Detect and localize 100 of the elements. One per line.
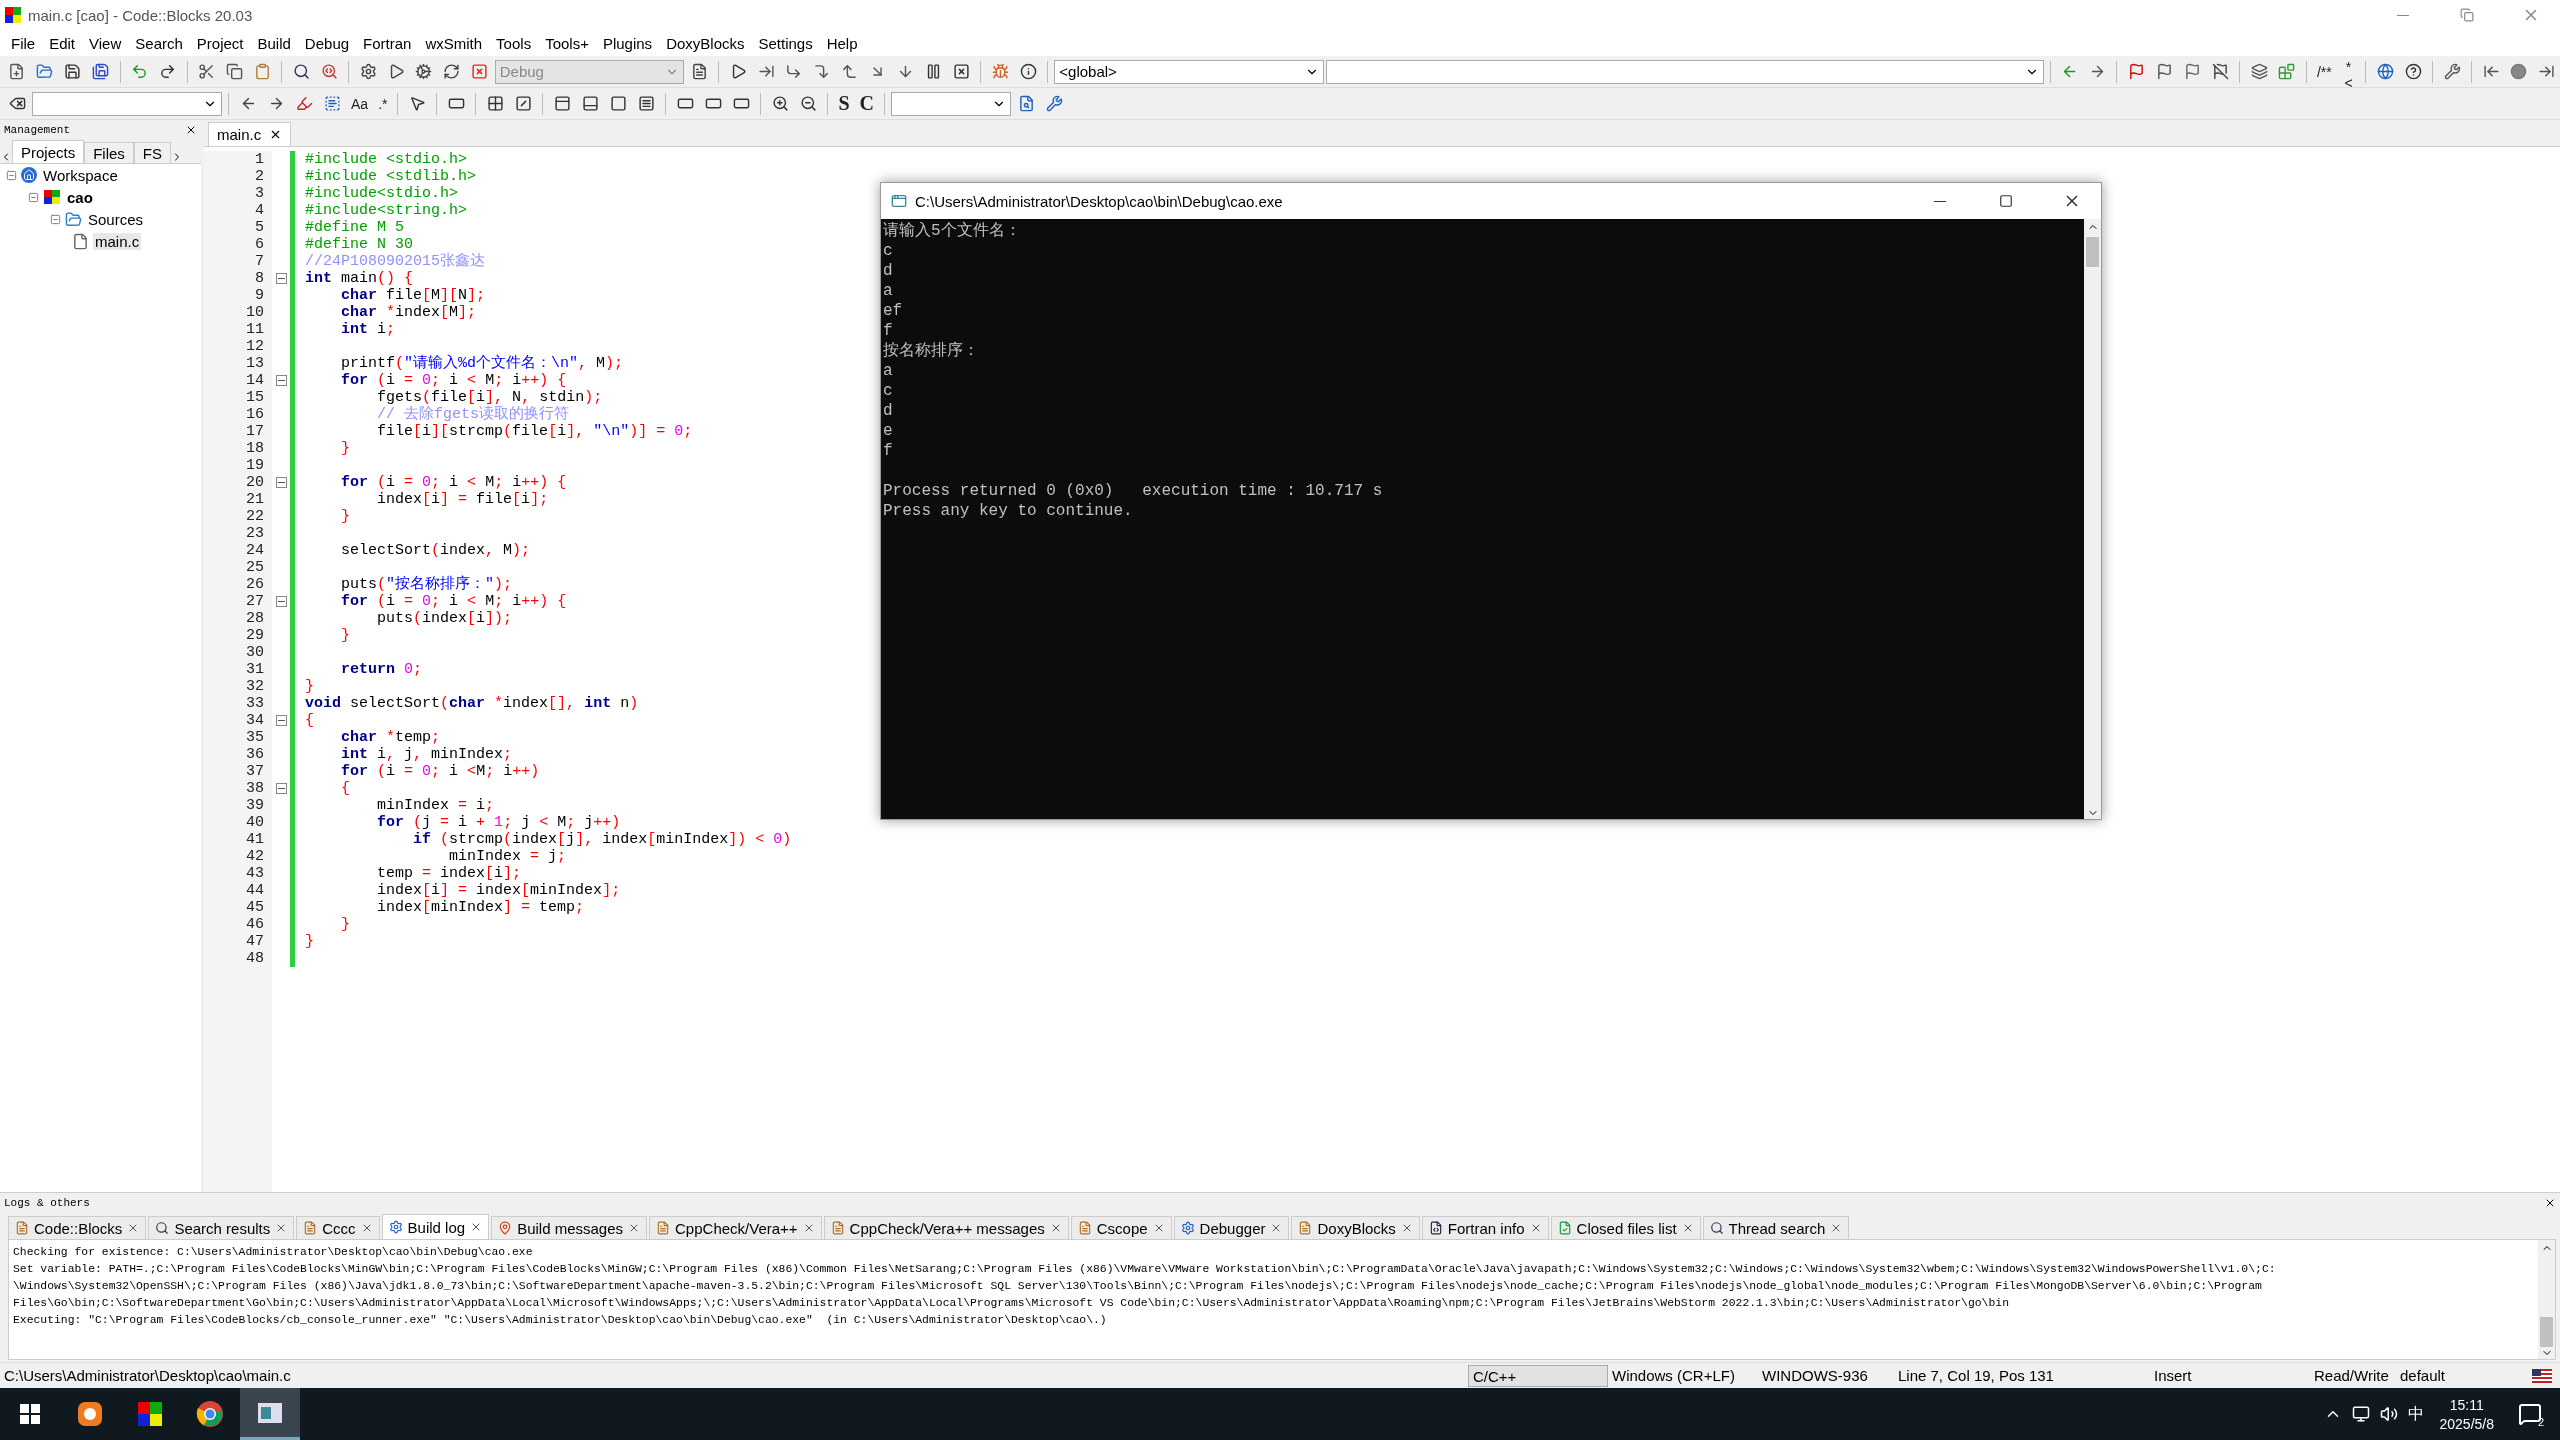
menu-item[interactable]: Debug bbox=[297, 31, 357, 55]
code-line: #define N 30 bbox=[305, 236, 414, 253]
tree-item[interactable]: Sources bbox=[86, 210, 146, 228]
code-line: #include<stdio.h> bbox=[305, 185, 459, 202]
code-line: fgets(file[i], N, stdin); bbox=[376, 389, 603, 406]
log-tab[interactable]: Cccc bbox=[296, 1216, 380, 1239]
access-status: Read/Write bbox=[2313, 1365, 2390, 1386]
line-number: 2 bbox=[255, 168, 264, 185]
insert-mode: Insert bbox=[2153, 1365, 2193, 1386]
scope-select[interactable]: <global> bbox=[1054, 59, 1324, 84]
console-line: d bbox=[883, 261, 893, 281]
code-line: // 去除fgets读取的换行符 bbox=[376, 406, 570, 423]
line-number: 18 bbox=[246, 440, 264, 457]
code-line: puts("按名称排序："); bbox=[340, 576, 513, 593]
menu-item[interactable]: Tools+ bbox=[538, 31, 596, 55]
window-title: C:\Users\Administrator\Desktop\cao\bin\Debug\cao.exe bbox=[915, 192, 1284, 210]
line-number: 35 bbox=[246, 729, 264, 746]
line-number: 10 bbox=[246, 304, 264, 321]
code-line: #include <stdio.h> bbox=[305, 151, 468, 168]
menu-item[interactable]: Build bbox=[250, 31, 298, 55]
code-line: } bbox=[305, 678, 314, 695]
menu-item[interactable]: View bbox=[82, 31, 129, 55]
console-line: 请输入5个文件名： bbox=[883, 221, 1021, 241]
panel-tab[interactable]: Files bbox=[84, 142, 134, 163]
regex-button[interactable]: .* bbox=[374, 90, 392, 117]
clock[interactable]: 15:11 2025/5/8 bbox=[2433, 1396, 2500, 1432]
line-number: 20 bbox=[246, 474, 264, 491]
log-tab[interactable]: Code::Blocks bbox=[8, 1216, 147, 1239]
line-number: 47 bbox=[246, 933, 264, 950]
code-line: for (i = 0; i <M; i++) bbox=[340, 763, 540, 780]
menu-item[interactable]: File bbox=[4, 31, 43, 55]
line-number: 41 bbox=[246, 831, 264, 848]
code-line: index[i] = index[minIndex]; bbox=[376, 882, 621, 899]
code-line: #define M 5 bbox=[305, 219, 405, 236]
tree-item[interactable]: cao bbox=[65, 188, 95, 206]
line-number: 8 bbox=[255, 270, 264, 287]
menu-item[interactable]: DoxyBlocks bbox=[659, 31, 752, 55]
code-line: void selectSort(char *index[], int n) bbox=[305, 695, 639, 712]
log-tab[interactable]: CppCheck/Vera++ messages bbox=[823, 1216, 1069, 1239]
line-number: 44 bbox=[246, 882, 264, 899]
menu-item[interactable]: Settings bbox=[751, 31, 820, 55]
log-tab[interactable]: Build messages bbox=[491, 1216, 648, 1239]
panel-tab[interactable]: Projects bbox=[12, 140, 85, 163]
line-number: 16 bbox=[246, 406, 264, 423]
line-number: 4 bbox=[255, 202, 264, 219]
line-number: 11 bbox=[246, 321, 264, 338]
line-number: 40 bbox=[246, 814, 264, 831]
console-line: 按名称排序： bbox=[883, 341, 979, 361]
console-line: a bbox=[883, 361, 893, 381]
log-tab[interactable]: Thread search bbox=[1702, 1216, 1850, 1239]
code-line: int i; bbox=[340, 321, 396, 338]
block-comment-button[interactable]: /** bbox=[2312, 58, 2336, 85]
log-tab[interactable]: Fortran info bbox=[1421, 1216, 1549, 1239]
window-title: main.c [cao] - Code::Blocks 20.03 bbox=[28, 6, 254, 24]
line-number: 30 bbox=[246, 644, 264, 661]
menu-item[interactable]: Help bbox=[819, 31, 865, 55]
menu-item[interactable]: wxSmith bbox=[418, 31, 490, 55]
tree-item[interactable]: Workspace bbox=[41, 166, 120, 184]
log-tab[interactable]: Build log bbox=[381, 1214, 490, 1239]
panel-tab[interactable]: FS bbox=[133, 142, 172, 163]
console-line: Process returned 0 (0x0) execution time : 10.717 s bbox=[883, 481, 1383, 501]
code-line: char file[M][N]; bbox=[340, 287, 486, 304]
panel-title: Management bbox=[4, 124, 70, 136]
match-case-button[interactable]: Aa bbox=[347, 90, 373, 117]
line-number: 34 bbox=[246, 712, 264, 729]
menu-item[interactable]: Fortran bbox=[356, 31, 419, 55]
console-line: f bbox=[883, 441, 893, 461]
console-line: a bbox=[883, 281, 893, 301]
console-line: Press any key to continue. bbox=[883, 501, 1133, 521]
line-comment-button[interactable]: *< bbox=[2337, 58, 2360, 85]
log-tab[interactable]: DoxyBlocks bbox=[1291, 1216, 1420, 1239]
code-line: selectSort(index, M); bbox=[340, 542, 531, 559]
panel-title: Logs & others bbox=[4, 1197, 90, 1209]
menu-item[interactable]: Edit bbox=[42, 31, 83, 55]
menu-item[interactable]: Plugins bbox=[595, 31, 660, 55]
log-tab[interactable]: Search results bbox=[148, 1216, 295, 1239]
editor-tab[interactable]: main.c bbox=[208, 122, 292, 146]
tree-item[interactable]: main.c bbox=[93, 232, 142, 250]
menu-item[interactable]: Search bbox=[128, 31, 190, 55]
line-number: 15 bbox=[246, 389, 264, 406]
s-button[interactable]: S bbox=[834, 90, 854, 117]
menu-item[interactable]: Project bbox=[189, 31, 251, 55]
code-line: #include<string.h> bbox=[305, 202, 468, 219]
log-tab[interactable]: Closed files list bbox=[1550, 1216, 1701, 1239]
line-number: 46 bbox=[246, 916, 264, 933]
code-line: puts(index[i]); bbox=[376, 610, 513, 627]
code-line: { bbox=[340, 780, 350, 797]
menu-item[interactable]: Tools bbox=[489, 31, 539, 55]
log-tab[interactable]: Cscope bbox=[1070, 1216, 1172, 1239]
c-button[interactable]: C bbox=[855, 90, 879, 117]
input-method[interactable]: 中 bbox=[2407, 1403, 2424, 1425]
code-line: minIndex = j; bbox=[448, 848, 567, 865]
line-number: 36 bbox=[246, 746, 264, 763]
line-number: 38 bbox=[246, 780, 264, 797]
code-line: } bbox=[305, 933, 314, 950]
log-line: Set variable: PATH=.;C:\Program Files\CodeBlocks\MinGW\bin;C:\Program Files\CodeBlocks\MinGW;C:\Program Files (x86)\Common Files\NetSarang;C:\Program Files (x86)\VMware\VMware Workstation\bin\;C:\ProgramData\Oracle\Java\javapath;C:\Windows\System32;C:\Windows;C:\Windows\System32\wbem;C:\Windows\System32\WindowsPowerShell\v1.0\;C: bbox=[13, 1262, 2276, 1277]
log-tab[interactable]: Debugger bbox=[1173, 1216, 1290, 1239]
code-line: index[i] = file[i]; bbox=[376, 491, 549, 508]
line-number: 17 bbox=[246, 423, 264, 440]
log-tab[interactable]: CppCheck/Vera++ bbox=[649, 1216, 822, 1239]
